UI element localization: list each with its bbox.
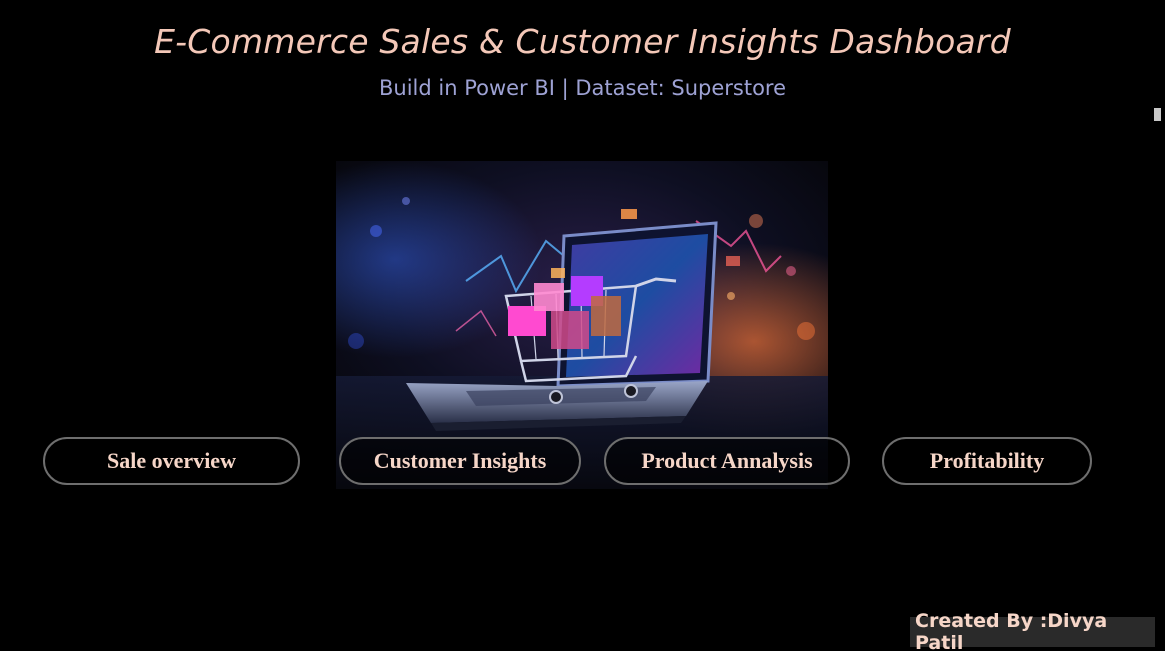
nav-button-product-analysis[interactable]: Product Annalysis [604,437,850,485]
creator-credit: Created By :Divya Patil [910,610,1155,651]
nav-button-profitability[interactable]: Profitability [882,437,1092,485]
scrollbar-thumb[interactable] [1154,108,1161,121]
page-title: E-Commerce Sales & Customer Insights Das… [154,22,1011,61]
nav-button-sale-overview[interactable]: Sale overview [43,437,300,485]
page-subtitle: Build in Power BI | Dataset: Superstore [378,76,787,100]
dashboard-page: E-Commerce Sales & Customer Insights Das… [0,0,1165,651]
nav-button-customer-insights[interactable]: Customer Insights [339,437,581,485]
